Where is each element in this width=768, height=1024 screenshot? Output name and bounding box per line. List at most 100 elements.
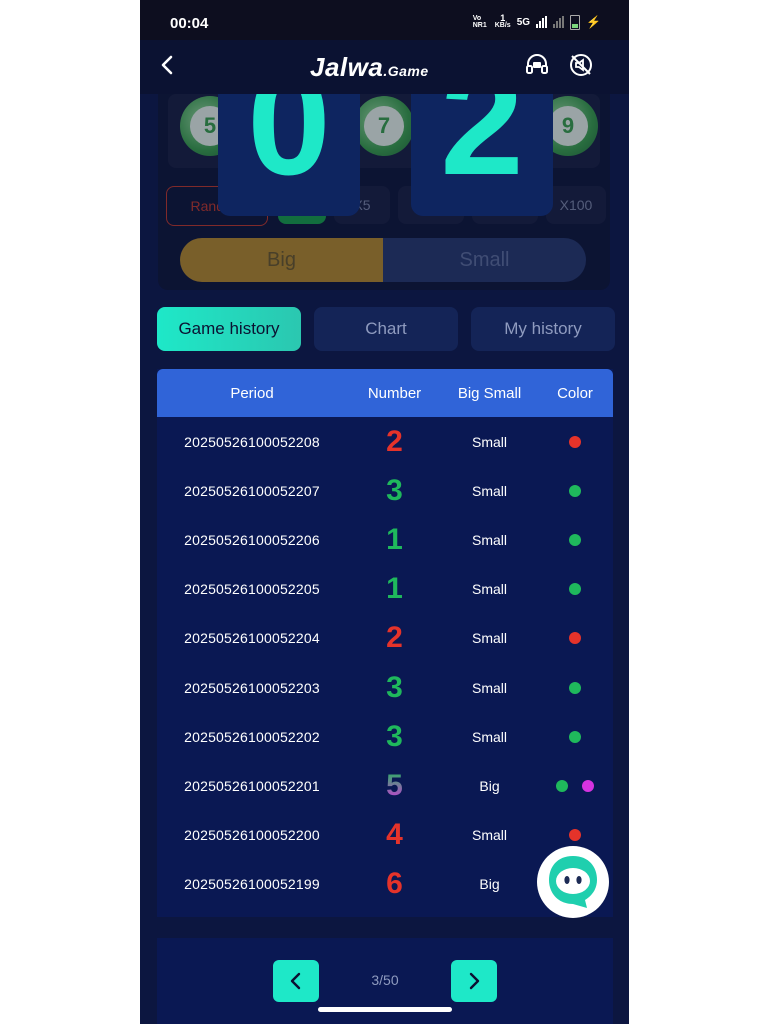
period-cell: 20250526100052204 — [184, 630, 320, 647]
header-number: Number — [367, 384, 422, 402]
color-cell — [537, 533, 613, 546]
color-dot — [569, 632, 581, 645]
number-cell: 3 — [386, 719, 403, 753]
table-header: Period Number Big Small Color — [157, 369, 613, 417]
chat-bot-icon — [549, 856, 597, 908]
big-small-cell: Big — [479, 876, 500, 893]
color-dot — [569, 681, 581, 694]
table-row: 20250526100052203 3 Small — [157, 663, 613, 712]
header-period: Period — [230, 384, 274, 402]
logo-suffix: .Game — [383, 63, 429, 79]
big-button[interactable]: Big — [180, 238, 383, 282]
network-label: 5G — [516, 16, 531, 28]
tab-chart[interactable]: Chart — [314, 307, 458, 351]
color-dots — [537, 435, 613, 448]
number-cell: 4 — [386, 818, 403, 852]
period-cell: 20250526100052201 — [184, 777, 320, 794]
page-indicator: 3/50 — [371, 972, 399, 988]
big-small-cell: Small — [471, 679, 507, 696]
big-small-cell: Small — [471, 482, 507, 499]
color-dot — [569, 533, 581, 546]
phone-screen: 00:04 Vo NR1 1 KB/s 5G ⚡ Jalwa.Game 5 7 … — [140, 0, 629, 1024]
color-cell — [537, 779, 613, 792]
color-cell — [537, 829, 613, 842]
big-small-toggle: Big Small — [180, 238, 586, 282]
big-small-cell: Small — [471, 531, 507, 548]
status-icons: Vo NR1 1 KB/s 5G ⚡ — [473, 14, 601, 30]
table-row: 20250526100052205 1 Small — [157, 565, 613, 614]
color-dot — [569, 730, 581, 743]
period-cell: 20250526100052200 — [184, 827, 320, 844]
app-header: Jalwa.Game — [140, 40, 629, 94]
app-logo: Jalwa.Game — [310, 52, 429, 83]
sound-off-icon[interactable] — [568, 52, 594, 78]
period-cell: 20250526100052208 — [184, 433, 320, 450]
color-cell — [537, 484, 613, 497]
period-cell: 20250526100052207 — [184, 482, 320, 499]
tab-game-history[interactable]: Game history — [157, 307, 301, 351]
number-ball: 7 — [354, 96, 414, 156]
history-table: Period Number Big Small Color 2025052610… — [157, 369, 613, 917]
headset-icon[interactable] — [524, 52, 550, 78]
color-dots — [537, 484, 613, 497]
number-cell: 5 — [347, 769, 442, 803]
color-dot — [569, 583, 581, 596]
next-page-button[interactable] — [451, 960, 497, 1002]
header-big-small: Big Small — [457, 384, 522, 402]
number-cell: 3 — [386, 670, 403, 704]
number-cell: 6 — [386, 867, 403, 901]
color-dots — [537, 632, 613, 645]
small-button[interactable]: Small — [383, 238, 586, 282]
table-row: 20250526100052207 3 Small — [157, 466, 613, 515]
tab-my-history[interactable]: My history — [471, 307, 615, 351]
number-cell: 3 — [386, 473, 403, 507]
chevron-right-icon — [469, 972, 480, 990]
color-dot — [569, 484, 581, 497]
number-cell: 2 — [386, 424, 403, 458]
big-small-cell: Big — [479, 777, 500, 794]
table-body: 20250526100052208 2 Small 20250526100052207… — [157, 417, 613, 909]
color-dots — [537, 779, 613, 792]
big-small-cell: Small — [471, 433, 507, 450]
number-cell: 1 — [386, 522, 403, 556]
period-cell: 20250526100052206 — [184, 531, 320, 548]
period-cell: 20250526100052199 — [184, 876, 320, 893]
color-cell — [537, 435, 613, 448]
big-small-cell: Small — [471, 630, 507, 647]
signal-icon — [536, 16, 548, 28]
table-row: 20250526100052206 1 Small — [157, 515, 613, 564]
color-dots — [537, 533, 613, 546]
color-cell — [537, 632, 613, 645]
result-digit-card: 2 — [411, 94, 553, 216]
color-dot — [556, 779, 568, 792]
table-row: 20250526100052202 3 Small — [157, 712, 613, 761]
speed-unit: KB/s — [494, 22, 511, 29]
prev-page-button[interactable] — [273, 960, 319, 1002]
back-arrow-icon[interactable] — [158, 52, 182, 80]
color-dots — [537, 681, 613, 694]
period-cell: 20250526100052202 — [184, 728, 320, 745]
big-small-cell: Small — [471, 581, 507, 598]
battery-icon — [570, 14, 581, 30]
color-cell — [537, 583, 613, 596]
color-dot — [582, 779, 594, 792]
chat-button[interactable] — [537, 846, 609, 918]
big-small-cell: Small — [471, 827, 507, 844]
status-bar: 00:04 Vo NR1 1 KB/s 5G ⚡ — [140, 0, 629, 40]
color-cell — [537, 681, 613, 694]
table-row: 20250526100052204 2 Small — [157, 614, 613, 663]
big-small-cell: Small — [471, 728, 507, 745]
number-cell: 1 — [386, 572, 403, 606]
chevron-left-icon — [290, 972, 301, 990]
x100-chip[interactable]: X100 — [546, 186, 606, 224]
color-dot — [569, 435, 581, 448]
color-dots — [537, 730, 613, 743]
period-cell: 20250526100052203 — [184, 679, 320, 696]
result-digit-card: 0 — [218, 94, 360, 216]
header-color: Color — [557, 384, 593, 402]
color-cell — [537, 730, 613, 743]
volte-label: Vo NR1 — [472, 15, 487, 29]
color-dot — [569, 829, 581, 842]
period-cell: 20250526100052205 — [184, 581, 320, 598]
home-indicator — [318, 1007, 452, 1012]
